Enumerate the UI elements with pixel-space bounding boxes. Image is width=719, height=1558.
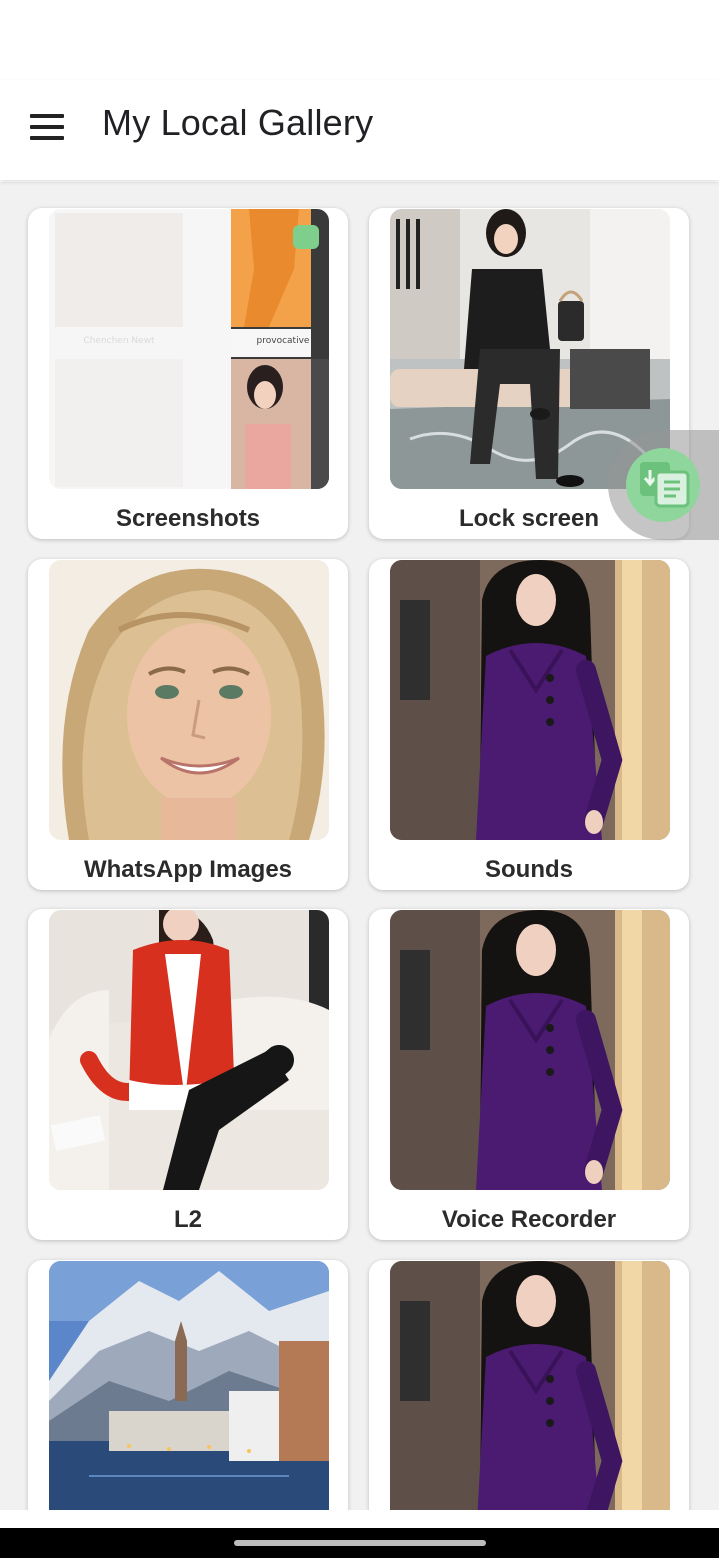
preview-caption-right: provocative — [257, 336, 310, 346]
album-card-whatsapp-images[interactable]: WhatsApp Images — [28, 559, 348, 890]
floating-translate-button[interactable] — [608, 430, 719, 540]
album-card-screenshots[interactable]: Chenchen Newt provocative Screenshots — [28, 208, 348, 539]
album-card-voice-recorder[interactable]: Voice Recorder — [369, 909, 689, 1240]
album-thumbnail: Chenchen Newt provocative — [49, 209, 329, 489]
translate-icon — [626, 448, 700, 522]
album-card-8[interactable] — [369, 1260, 689, 1510]
album-label: WhatsApp Images — [83, 856, 293, 883]
gesture-handle[interactable] — [234, 1540, 486, 1546]
album-card-l2[interactable]: L2 — [28, 909, 348, 1240]
album-card-7[interactable] — [28, 1260, 348, 1510]
album-card-sounds[interactable]: Sounds — [369, 559, 689, 890]
album-thumbnail — [49, 560, 329, 840]
album-thumbnail — [390, 910, 670, 1190]
album-thumbnail — [390, 1261, 670, 1510]
album-grid[interactable]: Chenchen Newt provocative Screenshots Lo… — [0, 182, 719, 1510]
app-bar: My Local Gallery — [0, 80, 719, 180]
album-thumbnail — [49, 1261, 329, 1510]
album-thumbnail — [49, 910, 329, 1190]
album-thumbnail — [390, 560, 670, 840]
navigation-bar — [0, 1528, 719, 1558]
page-title: My Local Gallery — [102, 102, 374, 143]
status-bar — [0, 0, 719, 80]
album-label: L2 — [173, 1206, 202, 1233]
album-label: Sounds — [485, 856, 573, 883]
hamburger-menu-icon[interactable] — [26, 106, 70, 150]
album-label: Screenshots — [115, 505, 261, 532]
album-label: Voice Recorder — [441, 1206, 617, 1233]
